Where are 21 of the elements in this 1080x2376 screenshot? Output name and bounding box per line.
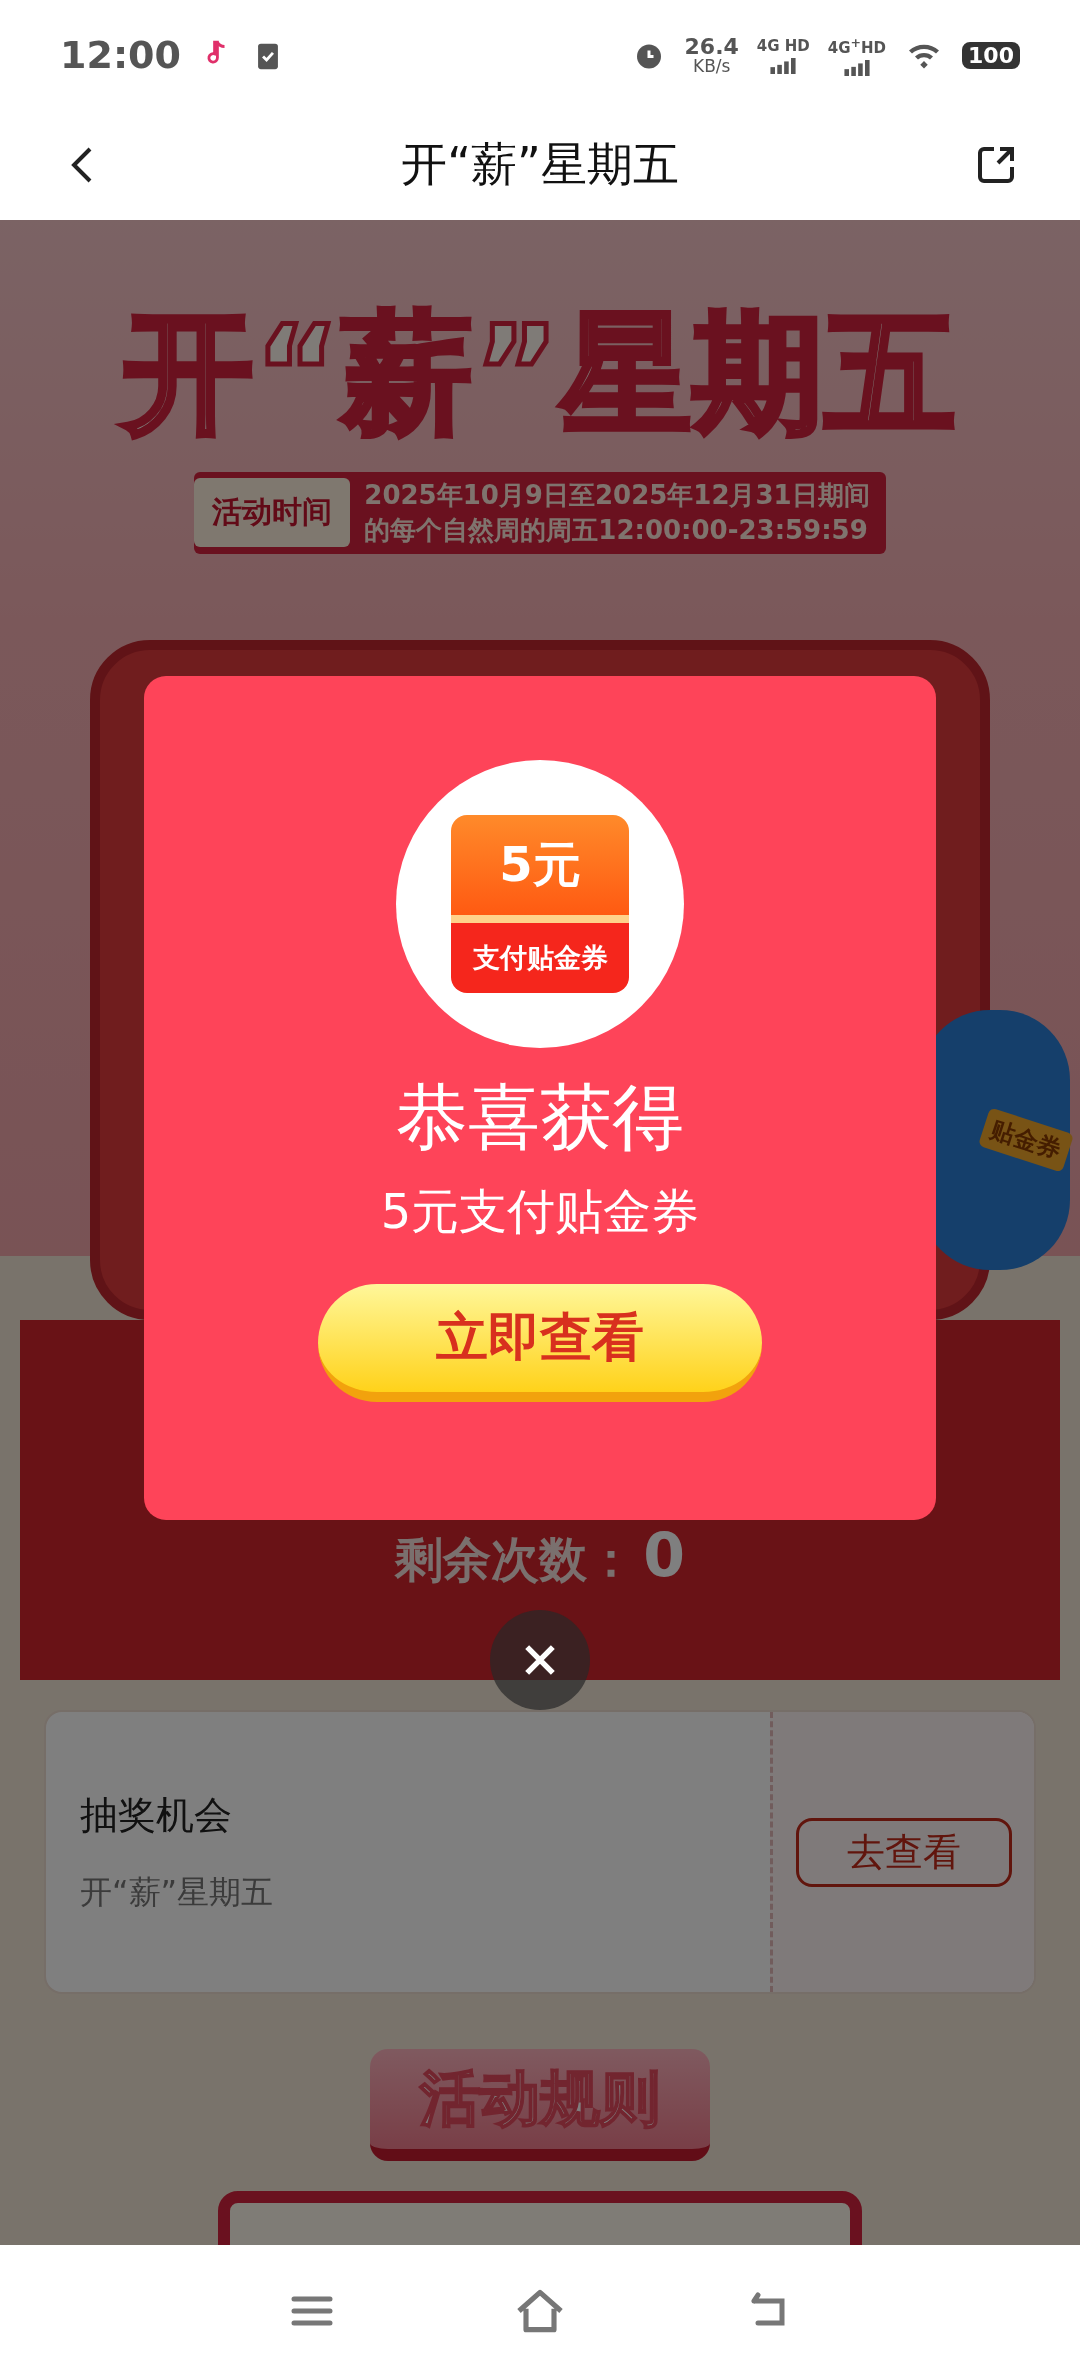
event-title: 开“薪”星期五 bbox=[121, 296, 959, 452]
event-time-badge: 活动时间 bbox=[194, 478, 351, 548]
battery-level: 100 bbox=[962, 41, 1020, 69]
view-now-button[interactable]: 立即查看 bbox=[318, 1284, 762, 1402]
dialog-heading: 恭喜获得 bbox=[396, 1074, 684, 1161]
network-type-label: 4G HD bbox=[756, 36, 810, 55]
ticket-subtitle: 开“薪”星期五 bbox=[80, 1871, 275, 1913]
remaining-count: 0 bbox=[643, 1520, 685, 1590]
network-type-label: 4G$^{+}$HD bbox=[827, 34, 887, 57]
prize-name: 5元支付贴金券 bbox=[380, 1182, 700, 1241]
coupon-name: 支付贴金券 bbox=[472, 941, 608, 975]
event-time-text: 的每个自然周的周五12:00:00-23:59:59 bbox=[364, 513, 869, 547]
ticket-title: 抽奖机会 bbox=[80, 1791, 233, 1839]
remaining-label: 剩余次数： bbox=[395, 1530, 636, 1589]
page-title: 开“薪”星期五 bbox=[401, 136, 679, 193]
view-button[interactable]: 去查看 bbox=[795, 1817, 1012, 1887]
network-speed-unit: KB/s bbox=[693, 57, 731, 75]
coupon-amount: 5元 bbox=[499, 835, 581, 894]
status-time: 12:00 bbox=[60, 33, 181, 77]
event-time-text: 2025年10月9日至2025年12月31日期间 bbox=[364, 478, 870, 512]
network-speed-value: 26.4 bbox=[684, 35, 739, 58]
